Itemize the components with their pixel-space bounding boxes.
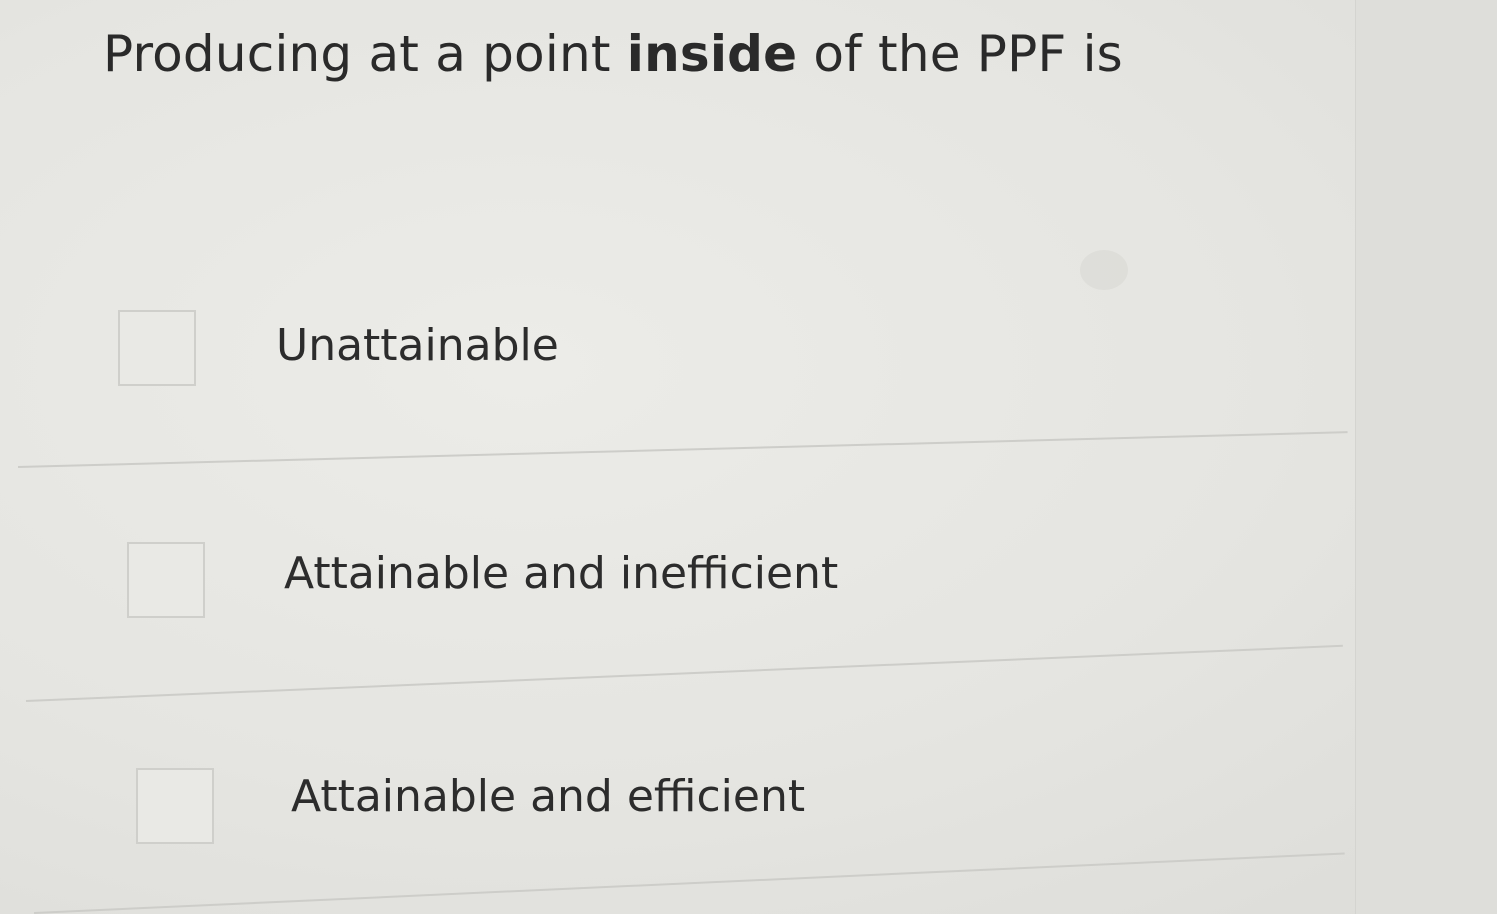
question-prefix: Producing at a point xyxy=(103,25,627,83)
answer-checkbox[interactable] xyxy=(127,542,205,618)
quiz-screen: Producing at a point inside of the PPF i… xyxy=(0,0,1497,914)
answer-label: Attainable and inefficient xyxy=(284,548,839,599)
answer-checkbox[interactable] xyxy=(118,310,196,386)
answer-checkbox[interactable] xyxy=(136,768,214,844)
question-text: Producing at a point inside of the PPF i… xyxy=(103,22,1123,86)
answer-label: Attainable and efficient xyxy=(291,771,806,822)
option-divider xyxy=(17,431,1348,468)
answer-option-unattainable[interactable]: Unattainable xyxy=(0,300,1355,430)
question-suffix: of the PPF is xyxy=(797,25,1123,83)
answer-label: Unattainable xyxy=(276,320,559,371)
answer-option-attainable-inefficient[interactable]: Attainable and inefficient xyxy=(0,530,1355,660)
question-emphasis: inside xyxy=(626,25,798,83)
answer-option-attainable-efficient[interactable]: Attainable and efficient xyxy=(0,755,1355,885)
right-panel xyxy=(1355,0,1497,914)
screen-smudge xyxy=(1080,250,1128,290)
